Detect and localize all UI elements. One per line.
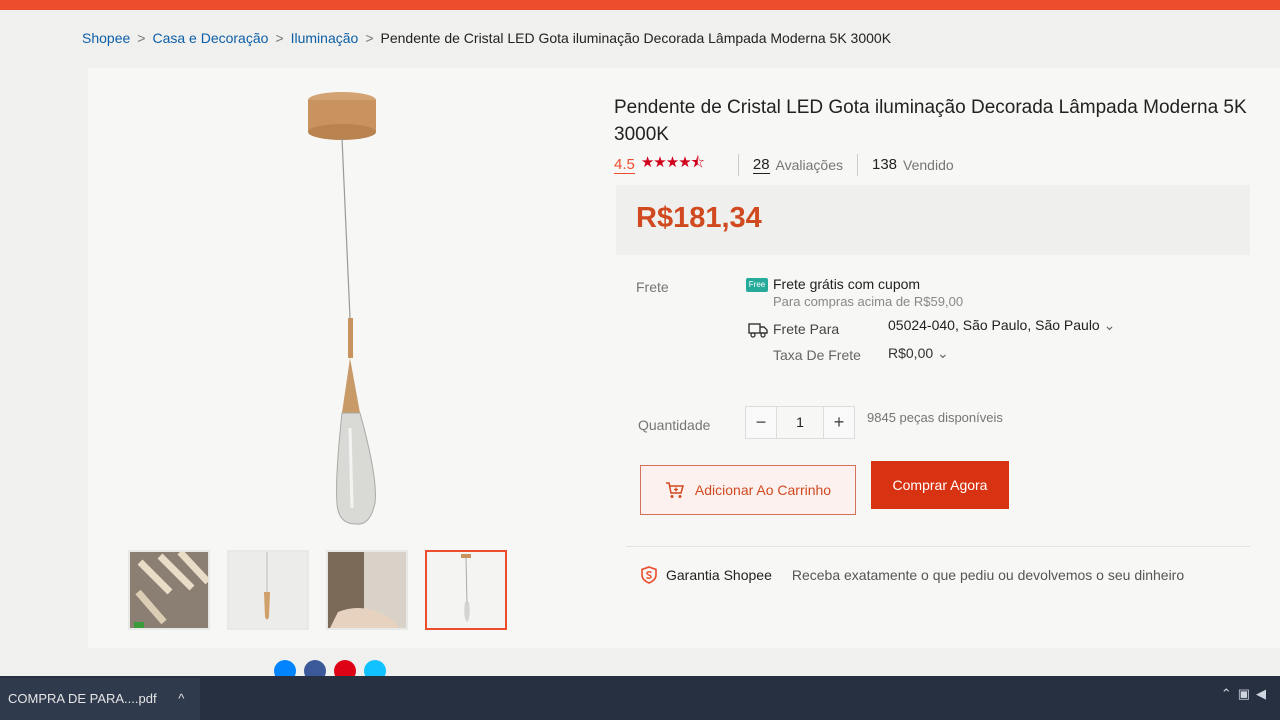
chevron-down-icon: ⌄ (1103, 317, 1116, 333)
thumbnail-4[interactable] (425, 550, 507, 630)
shipping-to-label: Frete Para (773, 321, 840, 337)
shipping-fee-value: R$0,00 (888, 345, 934, 361)
quantity-stepper: − 1 + (745, 406, 855, 439)
reviews-count[interactable]: 28 (752, 156, 770, 174)
thumbnail-3[interactable] (326, 550, 408, 630)
chevron-up-icon[interactable]: ^ (178, 691, 184, 706)
download-item[interactable]: COMPRA DE PARA....pdf ^ (0, 678, 200, 720)
divider (626, 546, 1250, 547)
shipping-destination[interactable]: 05024-040, São Paulo, São Paulo ⌄ (888, 317, 1115, 334)
thumbnail-2[interactable] (227, 550, 309, 630)
guarantee-text: Receba exatamente o que pediu ou devolve… (791, 567, 1185, 583)
quantity-increase-button[interactable]: + (824, 407, 854, 438)
free-shipping-title: Frete grátis com cupom (773, 276, 921, 292)
chevron-down-icon: ⌄ (937, 345, 949, 361)
truck-icon (748, 323, 768, 338)
product-price: R$181,34 (636, 202, 762, 234)
sold-label: Vendido (903, 156, 954, 173)
reviews-label[interactable]: Avaliações (776, 157, 843, 173)
thumbnail-1[interactable] (128, 550, 210, 630)
free-shipping-icon: Free (746, 278, 768, 292)
header-bar (0, 0, 1280, 10)
quantity-input[interactable]: 1 (776, 407, 824, 438)
breadcrumb-current: Pendente de Cristal LED Gota iluminação … (380, 30, 892, 46)
product-main-image[interactable] (130, 88, 560, 538)
breadcrumb: Shopee > Casa e Decoração > Iluminação > Pende… (82, 30, 891, 46)
free-shipping-subtitle: Para compras acima de R$59,00 (773, 294, 964, 309)
network-icon[interactable]: ▣ (1238, 686, 1250, 702)
divider (737, 153, 739, 176)
speaker-icon[interactable]: ◀ (1256, 686, 1266, 702)
guarantee-title: Garantia Shopee (666, 567, 772, 583)
shipping-fee[interactable]: R$0,00 ⌄ (888, 345, 949, 362)
add-to-cart-label: Adicionar Ao Carrinho (694, 482, 832, 498)
shipping-fee-label: Taxa De Frete (773, 347, 861, 363)
thumbnail-strip (128, 550, 507, 630)
rating-value[interactable]: 4.5 (614, 156, 635, 174)
add-to-cart-button[interactable]: Adicionar Ao Carrinho (640, 465, 856, 515)
quantity-decrease-button[interactable]: − (746, 407, 776, 438)
breadcrumb-item-shopee[interactable]: Shopee (82, 30, 130, 46)
shipping-destination-value: 05024-040, São Paulo, São Paulo (888, 317, 1100, 333)
star-icon: ★★★★⯪ (640, 154, 705, 171)
system-tray: ⌃ ▣ ◀ (1221, 686, 1266, 702)
rating-row: 4.5 ★★★★⯪ 28 Avaliações 138 Vendido (614, 152, 954, 177)
buy-now-button[interactable]: Comprar Agora (871, 461, 1009, 509)
breadcrumb-separator: > (137, 30, 146, 46)
download-file-name: COMPRA DE PARA....pdf (8, 691, 157, 706)
cart-icon (665, 482, 684, 498)
sold-count: 138 (872, 156, 898, 173)
product-title: Pendente de Cristal LED Gota iluminação … (614, 97, 1247, 145)
breadcrumb-separator: > (275, 30, 284, 46)
stock-available: 9845 peças disponíveis (867, 410, 1003, 425)
divider (857, 153, 858, 176)
breadcrumb-item-casa[interactable]: Casa e Decoração (152, 30, 268, 46)
quantity-label: Quantidade (638, 417, 711, 433)
shield-icon (641, 566, 657, 584)
tray-arrow-icon[interactable]: ⌃ (1221, 686, 1232, 702)
shopee-guarantee[interactable]: Garantia Shopee Receba exatamente o que … (640, 566, 1184, 584)
shipping-label: Frete (636, 279, 669, 295)
breadcrumb-item-iluminacao[interactable]: Iluminação (291, 30, 359, 46)
breadcrumb-separator: > (365, 30, 374, 46)
